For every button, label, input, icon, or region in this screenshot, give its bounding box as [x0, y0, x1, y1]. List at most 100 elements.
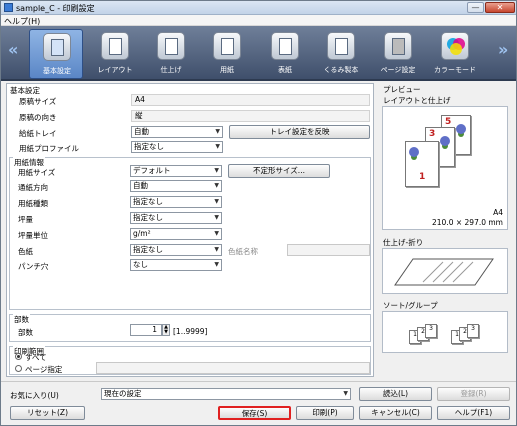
favorites-label: お気に入り(U): [10, 391, 59, 400]
layout-icon: [101, 32, 129, 60]
copies-label: 部数: [18, 328, 33, 337]
sort-group-heading: ソート/グループ: [383, 301, 438, 310]
tab-layout[interactable]: レイアウト: [88, 29, 142, 79]
preview-size-label: A4: [493, 208, 503, 217]
paper-profile-label: 用紙プロファイル: [19, 144, 79, 153]
original-size-label: 原稿サイズ: [19, 97, 57, 106]
range-all-label: すべて: [25, 353, 47, 362]
print-range-group: 印刷範囲 すべて ページ指定: [9, 346, 371, 375]
preview-page: 1: [405, 141, 439, 187]
paper-tray-select[interactable]: 自動 ▼: [131, 126, 223, 138]
close-button[interactable]: ✕: [485, 2, 515, 13]
favorites-value: 現在の設定: [104, 389, 142, 398]
preview-heading: プレビュー: [383, 85, 421, 94]
print-button[interactable]: 印刷(P): [296, 406, 354, 420]
tab-finishing[interactable]: 仕上げ: [144, 29, 198, 79]
binding-icon: [327, 32, 355, 60]
print-settings-dialog: sample_C - 印刷設定 — ✕ ヘルプ(H) « 基本設定 レイアウト …: [0, 0, 517, 426]
paper-size-label: 用紙サイズ: [18, 168, 56, 177]
range-all-radio[interactable]: [15, 353, 22, 360]
chevron-down-icon: ▼: [343, 390, 348, 397]
chevron-down-icon: ▼: [215, 128, 220, 135]
range-pages-field[interactable]: [96, 362, 370, 374]
paper-type-value: 指定なし: [133, 197, 163, 206]
custom-size-button[interactable]: 不定形サイズ...: [228, 164, 330, 178]
paper-profile-select[interactable]: 指定なし ▼: [131, 141, 223, 153]
copies-input[interactable]: 1: [130, 324, 162, 336]
favorites-select[interactable]: 現在の設定 ▼: [101, 388, 351, 400]
scroll-right-icon[interactable]: »: [498, 40, 508, 59]
chevron-down-icon: ▼: [214, 261, 219, 268]
title-bar: sample_C - 印刷設定 — ✕: [1, 1, 516, 15]
original-size-value: A4: [131, 94, 370, 106]
chevron-down-icon: ▼: [214, 198, 219, 205]
tab-cover[interactable]: 表紙: [258, 29, 312, 79]
feed-direction-select[interactable]: 自動 ▼: [130, 180, 222, 192]
cancel-button[interactable]: キャンセル(C): [359, 406, 432, 420]
basic-settings-heading: 基本設定: [10, 86, 40, 95]
feed-direction-label: 通紙方向: [18, 183, 48, 192]
footer-bar: お気に入り(U) 現在の設定 ▼ 読込(L) 登録(R) リセット(Z) 保存(S…: [1, 381, 516, 425]
register-button[interactable]: 登録(R): [437, 387, 510, 401]
apply-tray-settings-button[interactable]: トレイ設定を反映: [229, 125, 370, 139]
paper-icon: [213, 32, 241, 60]
preview-size-mm: 210.0 × 297.0 mm: [432, 218, 503, 227]
save-button[interactable]: 保存(S): [218, 406, 291, 420]
scroll-left-icon[interactable]: «: [8, 40, 18, 59]
cover-icon: [271, 32, 299, 60]
settings-panel: 基本設定 原稿サイズ A4 原稿の向き 縦 給紙トレイ 自動 ▼ トレイ設定を反映…: [6, 83, 374, 377]
minimize-button[interactable]: —: [467, 2, 484, 13]
chevron-down-icon: ▼: [214, 230, 219, 237]
tab-perfect-binding[interactable]: くるみ製本: [314, 29, 368, 79]
weight-unit-value: g/m²: [133, 229, 151, 238]
copies-range: [1..9999]: [173, 327, 208, 336]
layout-finish-heading: レイアウトと仕上げ: [383, 96, 451, 105]
color-paper-select[interactable]: 指定なし ▼: [130, 244, 222, 256]
paper-size-value: デフォルト: [133, 166, 171, 175]
paper-weight-label: 坪量: [18, 215, 33, 224]
tab-paper[interactable]: 用紙: [200, 29, 254, 79]
paper-tray-value: 自動: [134, 127, 149, 136]
color-paper-label: 色紙: [18, 247, 33, 256]
paper-size-select[interactable]: デフォルト ▼: [130, 165, 222, 177]
weight-unit-select[interactable]: g/m² ▼: [130, 228, 222, 240]
orientation-label: 原稿の向き: [19, 113, 57, 122]
tab-page-settings[interactable]: ページ設定: [371, 29, 425, 79]
range-pages-radio[interactable]: [15, 365, 22, 372]
flower-icon: [409, 147, 419, 157]
finishing-icon: [157, 32, 185, 60]
tab-color-mode[interactable]: カラーモード: [428, 29, 482, 79]
paper-type-select[interactable]: 指定なし ▼: [130, 196, 222, 208]
window-title: sample_C - 印刷設定: [16, 4, 95, 13]
basic-settings-icon: [43, 33, 71, 61]
flower-icon: [456, 124, 466, 134]
weight-unit-label: 坪量単位: [18, 231, 48, 240]
color-paper-name-label: 色紙名称: [228, 247, 258, 256]
reset-button[interactable]: リセット(Z): [10, 406, 85, 420]
paper-profile-value: 指定なし: [134, 142, 164, 151]
load-button[interactable]: 読込(L): [359, 387, 432, 401]
chevron-down-icon: ▼: [214, 214, 219, 221]
fold-icon: [394, 258, 494, 286]
flower-icon: [440, 136, 450, 146]
fold-heading: 仕上げ-折り: [383, 238, 424, 247]
color-paper-name-field[interactable]: [287, 244, 370, 256]
page-settings-icon: [384, 32, 412, 60]
help-button[interactable]: ヘルプ(F1): [437, 406, 510, 420]
feed-direction-value: 自動: [133, 181, 148, 190]
chevron-down-icon: ▼: [214, 246, 219, 253]
paper-info-group: 用紙情報 用紙サイズ デフォルト ▼ 不定形サイズ... 通紙方向 自動 ▼ 用紙種…: [9, 157, 371, 310]
punch-select[interactable]: なし ▼: [130, 259, 222, 271]
tab-basic[interactable]: 基本設定: [29, 29, 83, 79]
paper-weight-select[interactable]: 指定なし ▼: [130, 212, 222, 224]
tab-strip: « 基本設定 レイアウト 仕上げ 用紙 表紙 くるみ製本 ページ設定 カラーモー…: [1, 26, 516, 81]
collate-icon: 1 2 3: [451, 324, 485, 346]
layout-preview: 5 3 1 A4 210.0 × 297.0 mm: [382, 106, 508, 230]
copies-spinner[interactable]: ▲ ▼: [162, 324, 170, 336]
color-mode-icon: [441, 32, 469, 60]
app-icon: [4, 3, 13, 12]
fold-preview: [382, 248, 508, 294]
collate-icon: 1 2 3: [409, 324, 443, 346]
range-pages-label: ページ指定: [25, 365, 63, 374]
paper-type-label: 用紙種類: [18, 199, 48, 208]
